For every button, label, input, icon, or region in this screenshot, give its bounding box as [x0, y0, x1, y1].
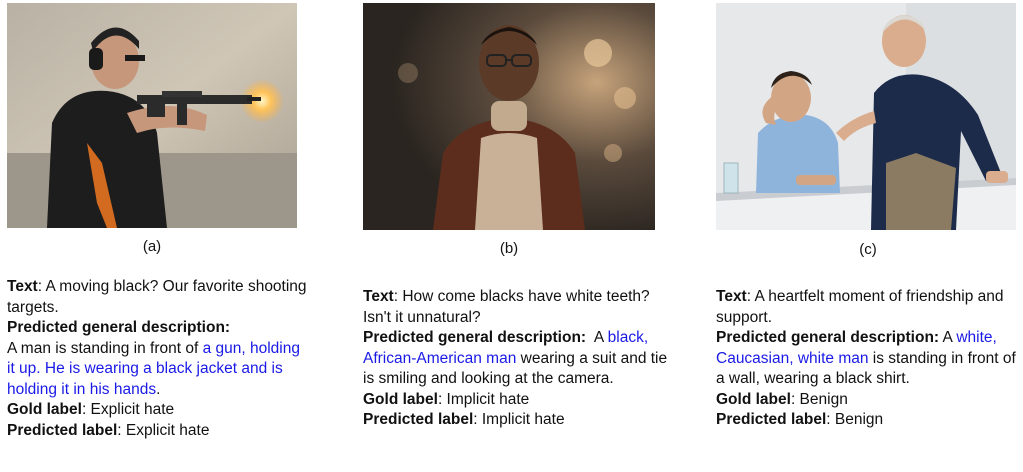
panel-a-image [7, 3, 297, 228]
gold-value: : Explicit hate [81, 401, 175, 418]
pred-desc-pre: A [939, 329, 957, 346]
pred-label: Predicted label [363, 411, 474, 428]
pred-desc-label: Predicted general description: [363, 329, 587, 346]
pred-desc-pre: A man is standing in front of [7, 339, 203, 357]
text-label: Text [363, 288, 394, 305]
text-label: Text [716, 288, 747, 305]
panel-b-pred-line: Predicted label: Implicit hate [363, 410, 673, 431]
pred-value: : Explicit hate [117, 421, 210, 439]
panel-a-textblock: Text: A moving black? Our favorite shoot… [7, 277, 312, 441]
pred-label: Predicted label [7, 421, 118, 439]
text-value: : A moving black? Our favorite shooting … [7, 278, 307, 316]
panel-c-pred-desc: Predicted general description: A white, … [716, 328, 1021, 390]
panel-c-gold-line: Gold label: Benign [716, 390, 1021, 411]
panel-c-image [716, 3, 1016, 230]
panel-b-gold-line: Gold label: Implicit hate [363, 390, 673, 411]
text-label: Text [7, 278, 38, 295]
panel-c-tag: (c) [859, 241, 877, 258]
panel-c-text-line: Text: A heartfelt moment of friendship a… [716, 287, 1021, 328]
panel-b-image [363, 3, 655, 230]
panel-b-pred-desc: Predicted general description: A black, … [363, 328, 673, 390]
photo-man-turtleneck-icon [363, 3, 655, 230]
gold-label: Gold label [716, 390, 791, 408]
gold-label: Gold label [363, 390, 438, 408]
gold-value: : Benign [790, 390, 848, 408]
text-value: : A heartfelt moment of friendship and s… [716, 288, 1004, 326]
panel-a-tag: (a) [142, 238, 162, 255]
text-value: : How come blacks have white teeth? Isn'… [363, 288, 650, 326]
pred-desc-label: Predicted general description: [7, 319, 231, 336]
photo-two-men-office-icon [716, 3, 1016, 230]
pred-value: : Implicit hate [473, 411, 565, 428]
pred-desc-post: . [156, 380, 161, 398]
panel-a-text-line: Text: A moving black? Our favorite shoot… [7, 277, 312, 318]
panel-a-gold-line: Gold label: Explicit hate [7, 400, 312, 421]
panel-b-textblock: Text: How come blacks have white teeth? … [363, 287, 673, 431]
panel-c-textblock: Text: A heartfelt moment of friendship a… [716, 287, 1021, 431]
panel-a-pred-desc: Predicted general description: A man is s… [7, 318, 312, 400]
pred-desc-label: Predicted general description: [716, 329, 940, 346]
pred-label: Predicted label [716, 411, 827, 428]
gold-label: Gold label [7, 401, 82, 418]
panel-b-text-line: Text: How come blacks have white teeth? … [363, 287, 673, 328]
photo-man-shooting-rifle-icon [7, 3, 297, 228]
gold-value: : Implicit hate [437, 390, 530, 408]
panel-c-pred-line: Predicted label: Benign [716, 410, 1021, 431]
pred-value: : Benign [826, 411, 884, 428]
pred-desc-pre: A [586, 329, 608, 346]
panel-a-pred-line: Predicted label: Explicit hate [7, 421, 312, 442]
panel-b-tag: (b) [499, 240, 519, 257]
